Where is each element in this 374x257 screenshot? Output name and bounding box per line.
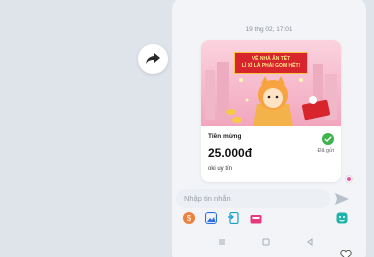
share-button[interactable] [138, 44, 168, 74]
gift-amount: 25.000đ [208, 146, 253, 160]
heart-icon[interactable] [340, 250, 352, 257]
share-arrow-icon [146, 53, 160, 64]
image-icon[interactable] [205, 212, 217, 224]
gift-status: Đã gửi [317, 148, 334, 154]
message-input[interactable]: Nhập tin nhắn [176, 189, 330, 208]
banner-line1: VỀ NHÀ ĂN TẾT [251, 56, 291, 62]
menu-icon[interactable] [218, 238, 226, 246]
sticker-icon[interactable] [336, 212, 348, 224]
banner-line2: LÌ XÌ LÀ PHẢI GOM HẾT! [241, 63, 301, 69]
transfer-icon[interactable] [228, 212, 240, 224]
send-icon[interactable] [335, 193, 349, 205]
message-timestamp: 19 thg 02, 17:01 [245, 26, 293, 33]
gift-card[interactable]: VỀ NHÀ ĂN TẾT LÌ XÌ LÀ PHẢI GOM HẾT! Tiề… [201, 40, 341, 182]
back-icon[interactable] [306, 238, 314, 246]
gift-details: Tiền mừng 25.000đ oki uy tín Đã gửi [201, 126, 341, 182]
svg-text:$: $ [187, 214, 192, 223]
gift-label: Tiền mừng [208, 133, 242, 140]
gift-box-icon[interactable] [250, 212, 262, 224]
check-circle-icon [322, 133, 334, 145]
message-input-placeholder: Nhập tin nhắn [184, 194, 231, 203]
gift-message: oki uy tín [208, 166, 233, 172]
home-icon[interactable] [262, 238, 270, 246]
money-icon[interactable]: $ [183, 212, 195, 224]
gift-banner-title: VỀ NHÀ ĂN TẾT LÌ XÌ LÀ PHẢI GOM HẾT! [234, 52, 308, 74]
reaction-button[interactable] [345, 175, 353, 183]
